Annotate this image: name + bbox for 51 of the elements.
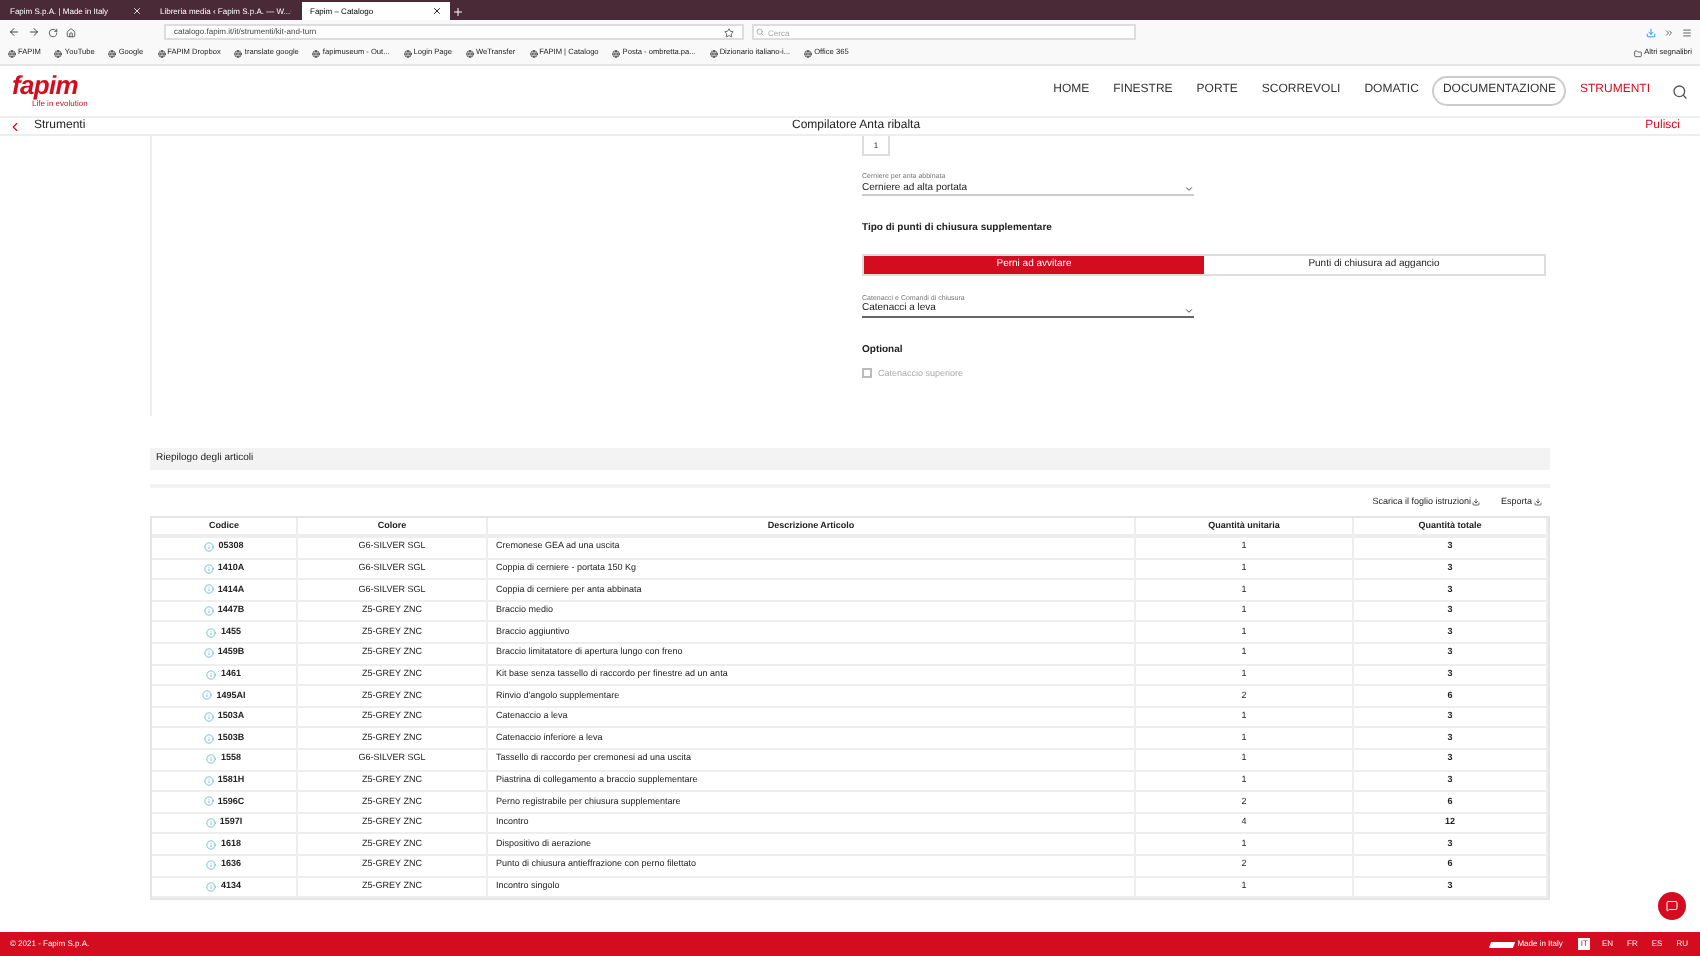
- globe-icon: [709, 50, 718, 58]
- checkbox[interactable]: [862, 368, 872, 379]
- globe-icon: [529, 50, 538, 58]
- search-icon: [756, 28, 764, 36]
- info-icon[interactable]: [203, 584, 214, 595]
- globe-icon: [8, 50, 16, 58]
- logo[interactable]: fapim: [12, 72, 88, 98]
- forward-icon[interactable]: [28, 26, 40, 38]
- flag-icon: [1488, 941, 1515, 947]
- folder-icon: [1634, 50, 1643, 58]
- info-icon[interactable]: [203, 775, 214, 786]
- info-icon[interactable]: [206, 627, 217, 638]
- download-icon[interactable]: [1646, 27, 1656, 37]
- info-icon[interactable]: [206, 839, 217, 850]
- info-icon[interactable]: [205, 818, 216, 829]
- globe-icon: [157, 50, 166, 58]
- chat-button[interactable]: [1658, 892, 1686, 920]
- menu-icon[interactable]: [1682, 27, 1692, 37]
- info-icon[interactable]: [203, 606, 214, 617]
- info-icon[interactable]: [203, 712, 214, 723]
- info-icon[interactable]: [206, 881, 217, 892]
- caret-icon: [1184, 183, 1194, 194]
- globe-icon: [108, 50, 117, 58]
- globe-icon: [234, 50, 243, 58]
- globe-icon: [403, 50, 412, 58]
- back-icon[interactable]: [8, 119, 22, 133]
- search-icon[interactable]: [1672, 83, 1688, 99]
- info-icon[interactable]: [203, 733, 214, 744]
- globe-icon: [312, 50, 321, 58]
- info-icon[interactable]: [204, 542, 215, 553]
- globe-icon: [54, 50, 63, 58]
- download-icon: [1534, 498, 1542, 506]
- globe-icon: [465, 50, 474, 58]
- home-icon[interactable]: [66, 27, 76, 37]
- info-icon[interactable]: [206, 754, 217, 765]
- download-icon: [1472, 498, 1481, 506]
- new-tab-icon[interactable]: [452, 6, 464, 18]
- more-icon[interactable]: [1664, 27, 1674, 37]
- globe-icon: [612, 50, 621, 58]
- info-icon[interactable]: [203, 563, 214, 574]
- back-icon[interactable]: [8, 26, 20, 38]
- info-icon[interactable]: [203, 796, 214, 807]
- caret-icon: [1184, 305, 1194, 315]
- reload-icon[interactable]: [48, 27, 58, 37]
- info-icon[interactable]: [202, 690, 213, 701]
- chat-icon: [1666, 900, 1678, 912]
- info-icon[interactable]: [206, 860, 217, 871]
- star-icon[interactable]: [724, 27, 734, 37]
- info-icon[interactable]: [206, 669, 217, 680]
- globe-icon: [804, 50, 813, 58]
- info-icon[interactable]: [203, 648, 214, 659]
